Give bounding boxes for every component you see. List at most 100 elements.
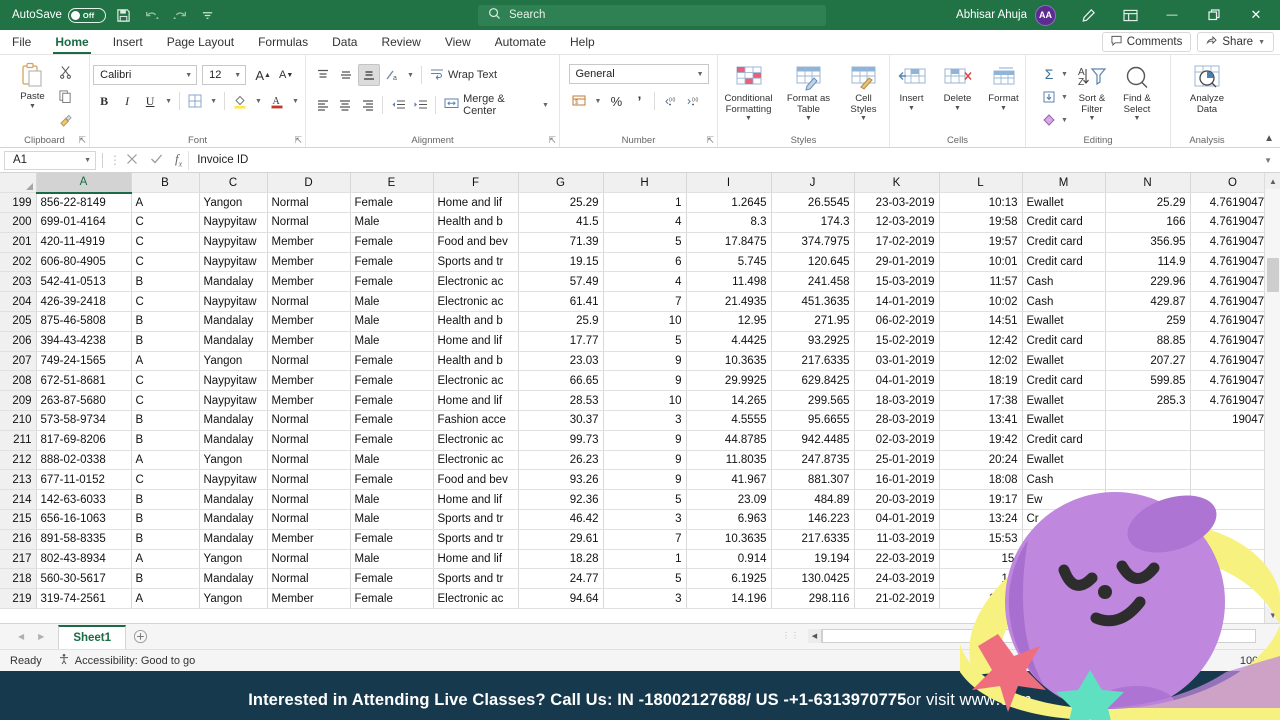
cell-C211[interactable]: Mandalay <box>199 430 268 451</box>
cell-A211[interactable]: 817-69-8206 <box>36 430 132 451</box>
cell-G210[interactable]: 30.37 <box>518 410 604 431</box>
zoom-level[interactable]: 100% <box>1240 655 1268 667</box>
cell-G211[interactable]: 99.73 <box>518 430 604 451</box>
chevron-down-icon[interactable]: ▼ <box>162 98 175 105</box>
cell-D210[interactable]: Normal <box>267 410 351 431</box>
cell-N205[interactable]: 259 <box>1105 311 1191 332</box>
conditional-formatting-button[interactable]: Conditional Formatting ▼ <box>721 60 777 123</box>
cell-O212[interactable] <box>1190 450 1276 471</box>
customize-quick-access-icon[interactable] <box>198 5 218 25</box>
cell-L212[interactable]: 20:24 <box>939 450 1023 471</box>
format-cells-button[interactable]: Format ▼ <box>983 60 1025 113</box>
cell-L207[interactable]: 12:02 <box>939 351 1023 372</box>
cell-A212[interactable]: 888-02-0338 <box>36 450 132 471</box>
cell-I207[interactable]: 10.3635 <box>686 351 772 372</box>
cell-B211[interactable]: B <box>131 430 200 451</box>
minimize-button[interactable]: — <box>1152 0 1192 30</box>
align-bottom-icon[interactable] <box>358 64 380 86</box>
cell-N211[interactable] <box>1105 430 1191 451</box>
cell-F200[interactable]: Health and b <box>433 212 519 233</box>
cell-E203[interactable]: Female <box>350 271 434 293</box>
cell-B210[interactable]: B <box>131 410 200 431</box>
horizontal-scroll-track[interactable] <box>822 628 1256 643</box>
cell-E213[interactable]: Female <box>350 469 434 491</box>
cell-J206[interactable]: 93.2925 <box>771 331 855 352</box>
chevron-down-icon[interactable]: ▼ <box>84 157 91 164</box>
underline-button[interactable]: U <box>139 90 161 112</box>
chevron-down-icon[interactable]: ▼ <box>954 105 961 113</box>
cell-G212[interactable]: 26.23 <box>518 450 604 471</box>
cell-E206[interactable]: Male <box>350 331 434 352</box>
insert-cells-button[interactable]: Insert ▼ <box>891 60 933 113</box>
search-input[interactable]: Search <box>509 9 545 21</box>
cell-O213[interactable] <box>1190 469 1276 491</box>
cell-F201[interactable]: Food and bev <box>433 232 519 253</box>
tab-data[interactable]: Data <box>320 33 369 54</box>
column-header-j[interactable]: J <box>771 173 855 194</box>
cell-E214[interactable]: Male <box>350 489 434 511</box>
enter-icon[interactable] <box>150 153 163 168</box>
cell-E208[interactable]: Female <box>350 370 434 392</box>
cell-H215[interactable]: 3 <box>603 509 687 530</box>
chevron-down-icon[interactable]: ▼ <box>29 103 36 111</box>
cell-M212[interactable]: Ewallet <box>1022 450 1106 471</box>
cell-F210[interactable]: Fashion acce <box>433 410 519 431</box>
table-row[interactable]: 208 672-51-8681 C Naypyitaw Member Female Elec… <box>0 370 1276 392</box>
find-and-select-button[interactable]: Find & Select ▼ <box>1116 60 1158 123</box>
cell-A204[interactable]: 426-39-2418 <box>36 291 132 313</box>
column-header-a[interactable]: A <box>36 173 132 194</box>
table-row[interactable]: 200 699-01-4164 C Naypyitaw Normal Male Health… <box>0 212 1276 233</box>
cell-B214[interactable]: B <box>131 489 200 511</box>
cell-N213[interactable] <box>1105 469 1191 491</box>
cell-D205[interactable]: Member <box>267 311 351 332</box>
cell-O207[interactable]: 4.76190476 <box>1190 351 1276 372</box>
name-box[interactable]: A1 ▼ <box>4 150 96 170</box>
cell-F208[interactable]: Electronic ac <box>433 370 519 392</box>
cell-A213[interactable]: 677-11-0152 <box>36 469 132 491</box>
cell-F219[interactable]: Electronic ac <box>433 588 519 610</box>
cell-N215[interactable] <box>1105 509 1191 530</box>
previous-sheet-icon[interactable]: ◀ <box>18 632 24 641</box>
cell-O201[interactable]: 4.76190476 <box>1190 232 1276 253</box>
cell-O200[interactable]: 4.76190476 <box>1190 212 1276 233</box>
cell-O205[interactable]: 4.76190476 <box>1190 311 1276 332</box>
cell-G213[interactable]: 93.26 <box>518 469 604 491</box>
accounting-format-button[interactable]: $ <box>569 90 591 112</box>
cell-J203[interactable]: 241.458 <box>771 271 855 293</box>
row-header[interactable]: 209 <box>0 390 37 412</box>
cell-L211[interactable]: 19:42 <box>939 430 1023 451</box>
cell-J212[interactable]: 247.8735 <box>771 450 855 471</box>
row-header[interactable]: 204 <box>0 291 37 313</box>
cell-N203[interactable]: 229.96 <box>1105 271 1191 293</box>
analyze-data-button[interactable]: Analyze Data <box>1183 60 1231 115</box>
alignment-dialog-launcher[interactable]: ⇱ <box>548 135 556 146</box>
cell-I209[interactable]: 14.265 <box>686 390 772 412</box>
increase-font-size-button[interactable]: A ▲ <box>252 64 274 86</box>
cell-H218[interactable]: 5 <box>603 568 687 590</box>
chevron-down-icon[interactable]: ▼ <box>908 105 915 113</box>
table-row[interactable]: 219 319-74-2561 A Yangon Member Female Electro… <box>0 588 1276 610</box>
expand-formula-bar-button[interactable]: ▼ <box>1256 156 1280 165</box>
cell-F215[interactable]: Sports and tr <box>433 509 519 530</box>
cell-J210[interactable]: 95.6655 <box>771 410 855 431</box>
cell-F205[interactable]: Health and b <box>433 311 519 332</box>
add-sheet-button[interactable] <box>126 629 154 644</box>
chevron-down-icon[interactable]: ▼ <box>592 98 605 105</box>
column-header-h[interactable]: H <box>603 173 687 194</box>
cell-G204[interactable]: 61.41 <box>518 291 604 313</box>
cell-C212[interactable]: Yangon <box>199 450 268 471</box>
cell-M219[interactable]: C <box>1022 588 1106 610</box>
cell-J200[interactable]: 174.3 <box>771 212 855 233</box>
decrease-font-size-button[interactable]: A ▼ <box>275 64 297 86</box>
cell-H214[interactable]: 5 <box>603 489 687 511</box>
cell-I202[interactable]: 5.745 <box>686 252 772 273</box>
row-header[interactable]: 217 <box>0 549 37 570</box>
vertical-scrollbar[interactable]: ▲ ▼ <box>1264 173 1280 623</box>
cell-N207[interactable]: 207.27 <box>1105 351 1191 372</box>
tab-automate[interactable]: Automate <box>483 33 558 54</box>
cell-E211[interactable]: Female <box>350 430 434 451</box>
column-header-f[interactable]: F <box>433 173 519 194</box>
undo-icon[interactable] <box>142 5 162 25</box>
scroll-up-arrow[interactable]: ▲ <box>1265 173 1280 189</box>
cell-J219[interactable]: 298.116 <box>771 588 855 610</box>
